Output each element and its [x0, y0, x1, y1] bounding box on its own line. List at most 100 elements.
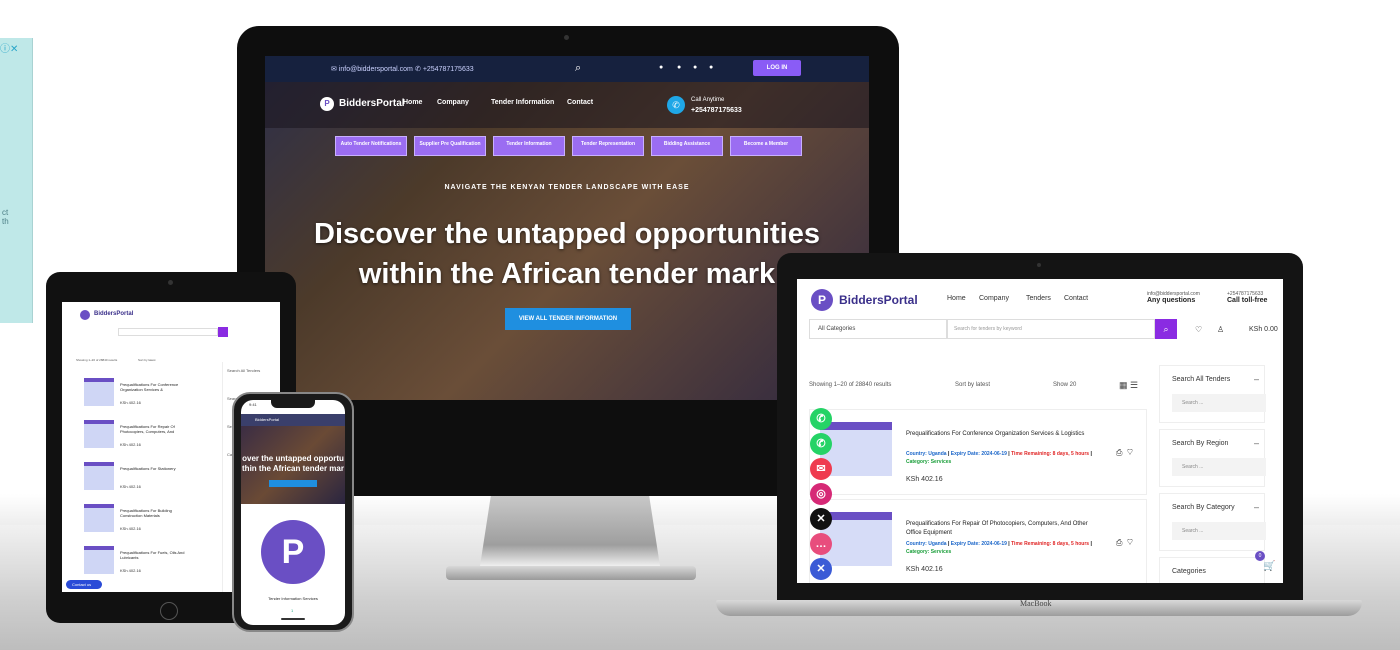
twitter-icon[interactable]: ●: [659, 64, 663, 71]
whatsapp-icon[interactable]: ✆: [810, 433, 832, 455]
phone-text: +254787175633: [422, 66, 474, 73]
category: Category: Services: [906, 549, 952, 555]
chat-icon[interactable]: …: [810, 533, 832, 555]
results-count: Showing 1–20 of 28840 results: [809, 382, 892, 388]
sidebar-search-input[interactable]: Search ...: [1172, 522, 1266, 540]
search-button[interactable]: ⌕: [1155, 319, 1177, 339]
search-button[interactable]: [218, 327, 228, 337]
logo-text[interactable]: BiddersPortal: [94, 311, 133, 317]
sidebar-search-input[interactable]: Search ...: [1172, 458, 1266, 476]
instagram-icon[interactable]: ◎: [810, 483, 832, 505]
service-button[interactable]: Tender Representation: [572, 136, 644, 156]
tender-title[interactable]: Prequalifications For Repair Of Photocop…: [906, 520, 1096, 538]
tender-title[interactable]: Prequalifications For Conference Organiz…: [120, 382, 192, 392]
list-item[interactable]: Prequalifications For Fuels, Oils And Lu…: [84, 546, 194, 576]
tender-title[interactable]: Prequalifications For Conference Organiz…: [906, 430, 1096, 439]
sort-select[interactable]: Sort by latest: [955, 382, 990, 388]
list-item[interactable]: Prequalifications For Repair Of Photocop…: [84, 420, 194, 450]
nav-tender-information[interactable]: Tender Information: [491, 99, 554, 106]
phone-hero: over the untapped opportu thin the Afric…: [241, 426, 345, 504]
phone-link[interactable]: ✆ +254787175633: [415, 65, 474, 73]
collapse-icon[interactable]: –: [1254, 374, 1259, 384]
phone-icon[interactable]: ✆: [810, 408, 832, 430]
tender-title[interactable]: Prequalifications For Building Construct…: [120, 508, 192, 518]
logo-text[interactable]: BiddersPortal: [339, 98, 405, 109]
nav-tenders[interactable]: Tenders: [1026, 295, 1051, 302]
nav-contact[interactable]: Contact: [567, 99, 593, 106]
tender-price: KSh 402.16: [906, 566, 943, 573]
remaining: Time Remaining: 8 days, 5 hours: [1011, 451, 1090, 457]
ad-strip[interactable]: ⓘ✕ ct th: [0, 38, 33, 323]
sidebar-section: Search All Tenders – Search ...: [1159, 365, 1266, 423]
list-item[interactable]: Prequalifications For Stationery KSh 402…: [84, 462, 194, 492]
sidebar: Search All Tenders – Search ... Search B…: [1159, 365, 1267, 583]
sidebar-search-input[interactable]: Search ...: [1172, 394, 1266, 412]
facebook-icon[interactable]: ●: [677, 64, 681, 71]
tender-thumbnail: [84, 504, 114, 532]
grid-view-icon[interactable]: ▦ ☰: [1119, 380, 1138, 391]
login-button[interactable]: LOG IN: [753, 60, 801, 76]
view-tenders-button[interactable]: VIEW ALL TENDER INFORMATION: [505, 308, 631, 330]
nav-contact[interactable]: Contact: [1064, 295, 1088, 302]
basket-icon[interactable]: 🛒: [1263, 561, 1279, 577]
hero-title: over the untapped opportu thin the Afric…: [242, 454, 344, 473]
list-item[interactable]: Prequalifications For Building Construct…: [84, 504, 194, 534]
service-button[interactable]: Bidding Assistance: [651, 136, 723, 156]
close-icon[interactable]: ✕: [810, 558, 832, 580]
search-input[interactable]: [118, 328, 218, 336]
wishlist-icon[interactable]: ♡: [1127, 448, 1133, 457]
call-label: Call Anytime: [691, 97, 725, 103]
email-icon[interactable]: ✉: [810, 458, 832, 480]
account-icon[interactable]: ♙: [1217, 325, 1224, 334]
pager-dot[interactable]: 1: [291, 608, 293, 613]
linkedin-icon[interactable]: ●: [709, 64, 713, 71]
wishlist-icon[interactable]: ♡: [1127, 538, 1133, 547]
call-number[interactable]: +254787175633: [691, 107, 742, 114]
tender-title[interactable]: Prequalifications For Fuels, Oils And Lu…: [120, 550, 192, 560]
nav-company[interactable]: Company: [979, 295, 1009, 302]
instagram-icon[interactable]: ●: [693, 64, 697, 71]
view-tenders-button[interactable]: [269, 480, 317, 487]
nav-home[interactable]: Home: [947, 295, 966, 302]
logo-icon[interactable]: P: [811, 289, 833, 311]
nav-home[interactable]: Home: [403, 99, 422, 106]
macbook-camera: [1037, 263, 1041, 267]
per-page-select[interactable]: Show 20: [1053, 382, 1076, 388]
cart-icon[interactable]: ⎙: [1116, 538, 1122, 547]
sort-select[interactable]: Sort by latest: [138, 358, 156, 362]
cart-icon[interactable]: ⎙: [1116, 448, 1122, 457]
list-item[interactable]: Prequalifications For Conference Organiz…: [84, 378, 194, 408]
tender-title[interactable]: Prequalifications For Stationery: [120, 466, 192, 471]
logo-icon[interactable]: [80, 310, 90, 320]
search-input[interactable]: Search for tenders by keyword: [947, 319, 1155, 339]
service-button[interactable]: Tender Information: [493, 136, 565, 156]
ad-text: ct th: [2, 208, 9, 226]
category-select[interactable]: All Categories: [809, 319, 947, 339]
service-button[interactable]: Supplier Pre Qualification: [414, 136, 486, 156]
expiry: Expiry Date: 2024-06-19: [950, 451, 1007, 457]
nav-company[interactable]: Company: [437, 99, 469, 106]
logo-text[interactable]: BiddersPortal: [255, 417, 279, 422]
tablet-home-button[interactable]: [160, 602, 178, 620]
x-icon[interactable]: ✕: [810, 508, 832, 530]
logo-icon[interactable]: P: [320, 97, 334, 111]
sidebar-heading: Search By Category: [1172, 504, 1235, 511]
info-phone-label: Call toll-free: [1227, 297, 1268, 304]
wishlist-icon[interactable]: ♡: [1195, 325, 1202, 334]
cart-total[interactable]: KSh 0.00: [1249, 326, 1278, 333]
contact-button[interactable]: Contact us: [66, 580, 102, 589]
hero-subtitle: NAVIGATE THE KENYAN TENDER LANDSCAPE WIT…: [444, 184, 690, 191]
table-row[interactable]: Prequalifications For Repair Of Photocop…: [809, 499, 1147, 583]
service-button[interactable]: Auto Tender Notifications: [335, 136, 407, 156]
phone-header: BiddersPortal: [241, 414, 345, 426]
email-link[interactable]: ✉ info@biddersportal.com: [331, 65, 413, 73]
service-button[interactable]: Become a Member: [730, 136, 802, 156]
logo-text[interactable]: BiddersPortal: [839, 293, 918, 307]
search-icon[interactable]: ⌕: [575, 62, 581, 75]
collapse-icon[interactable]: –: [1254, 438, 1259, 448]
main-nav: P BiddersPortal Home Company Tender Info…: [265, 82, 869, 128]
tender-title[interactable]: Prequalifications For Repair Of Photocop…: [120, 424, 192, 434]
ad-choice-icon[interactable]: ⓘ✕: [0, 40, 18, 55]
collapse-icon[interactable]: –: [1254, 502, 1259, 512]
table-row[interactable]: Prequalifications For Conference Organiz…: [809, 409, 1147, 495]
